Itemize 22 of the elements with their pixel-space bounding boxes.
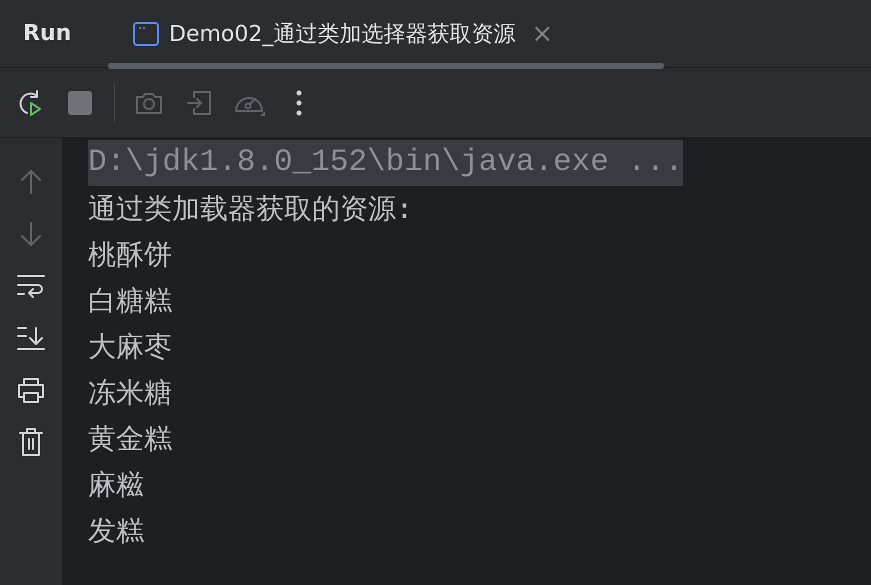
tab-scrollbar[interactable]: [108, 63, 664, 69]
console-output-line: 桃酥饼: [88, 237, 172, 273]
printer-icon: [16, 376, 46, 404]
console-output-line: 黄金糕: [88, 421, 172, 457]
soft-wrap-icon: [16, 273, 46, 299]
run-tab[interactable]: Demo02_通过类加选择器获取资源: [133, 18, 516, 48]
panel-title: Run: [23, 21, 72, 46]
down-arrow-icon: [20, 221, 42, 247]
console-output-line: 冻米糖: [88, 375, 172, 411]
console-output-line: 麻糍: [88, 467, 144, 503]
close-tab-button[interactable]: ×: [531, 18, 554, 48]
exit-icon: [185, 88, 213, 116]
more-icon: [295, 88, 303, 116]
console-window-icon: [133, 22, 159, 46]
console-output-line: 通过类加载器获取的资源:: [88, 191, 413, 227]
console-output-line: 大麻枣: [88, 329, 172, 365]
console-output-line: 发糕: [88, 513, 144, 549]
console-output-line: 白糖糕: [88, 283, 172, 319]
up-arrow-icon: [20, 169, 42, 195]
stop-icon: [67, 90, 93, 116]
trash-icon: [18, 427, 44, 457]
scroll-to-end-icon: [16, 325, 46, 351]
